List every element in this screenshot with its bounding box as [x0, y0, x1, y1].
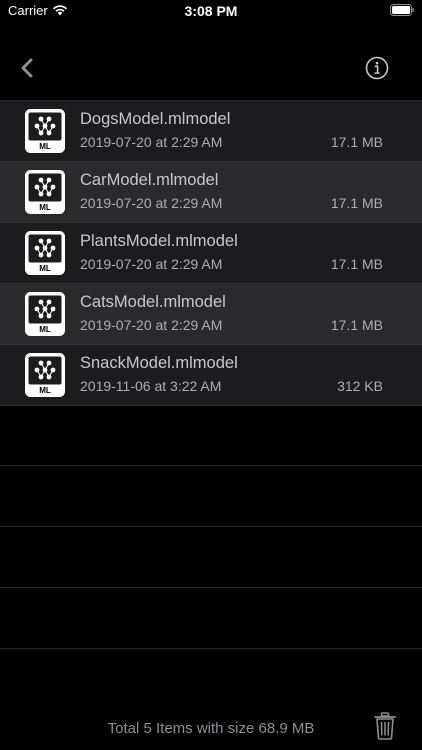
list-item-plants-model[interactable]: ML PlantsModel.mlmodel 2019-07-20 at 2:2…	[0, 223, 422, 284]
ml-icon-label: ML	[39, 325, 51, 334]
file-date: 2019-07-20 at 2:29 AM	[80, 195, 223, 211]
file-size: 17.1 MB	[330, 317, 383, 333]
file-date: 2019-07-20 at 2:29 AM	[80, 134, 223, 150]
clock-time: 3:08 PM	[184, 3, 238, 19]
battery-icon	[390, 4, 414, 16]
file-name: CarModel.mlmodel	[80, 171, 219, 189]
ml-model-icon: ML	[25, 109, 65, 153]
file-size: 312 KB	[337, 378, 383, 394]
status-bar: Carrier 3:08 PM	[0, 0, 422, 22]
file-name: PlantsModel.mlmodel	[80, 232, 238, 250]
list-item-car-model[interactable]: ML CarModel.mlmodel 2019-07-20 at 2:29 A…	[0, 162, 422, 223]
empty-row-separator	[0, 588, 422, 649]
file-name: DogsModel.mlmodel	[80, 110, 231, 128]
navigation-bar	[0, 44, 422, 94]
ml-model-icon: ML	[25, 231, 65, 275]
file-date: 2019-07-20 at 2:29 AM	[80, 317, 223, 333]
list-item-cats-model[interactable]: ML CatsModel.mlmodel 2019-07-20 at 2:29 …	[0, 284, 422, 345]
file-date: 2019-11-06 at 3:22 AM	[80, 378, 222, 394]
ml-icon-label: ML	[39, 203, 51, 212]
empty-row-separator	[0, 466, 422, 527]
chevron-left-icon[interactable]	[14, 54, 42, 82]
info-circle-icon[interactable]	[365, 56, 389, 80]
trash-icon[interactable]	[374, 712, 396, 740]
file-size: 17.1 MB	[330, 195, 383, 211]
footer-toolbar: Total 5 Items with size 68.9 MB	[0, 708, 422, 750]
ml-icon-label: ML	[39, 386, 51, 395]
list-item-dogs-model[interactable]: ML DogsModel.mlmodel 2019-07-20 at 2:29 …	[0, 100, 422, 162]
total-summary: Total 5 Items with size 68.9 MB	[107, 720, 315, 737]
file-name: SnackModel.mlmodel	[80, 354, 238, 372]
ml-icon-label: ML	[39, 264, 51, 273]
empty-list-area	[0, 405, 422, 649]
ml-model-icon: ML	[25, 353, 65, 397]
file-size: 17.1 MB	[330, 134, 383, 150]
ml-model-icon: ML	[25, 292, 65, 336]
empty-row-separator	[0, 405, 422, 466]
ml-model-icon: ML	[25, 170, 65, 214]
ml-icon-label: ML	[39, 142, 51, 151]
file-date: 2019-07-20 at 2:29 AM	[80, 256, 223, 272]
file-name: CatsModel.mlmodel	[80, 293, 226, 311]
file-size: 17.1 MB	[330, 256, 383, 272]
file-list: ML DogsModel.mlmodel 2019-07-20 at 2:29 …	[0, 100, 422, 406]
list-item-snack-model[interactable]: ML SnackModel.mlmodel 2019-11-06 at 3:22…	[0, 345, 422, 406]
empty-row-separator	[0, 527, 422, 588]
